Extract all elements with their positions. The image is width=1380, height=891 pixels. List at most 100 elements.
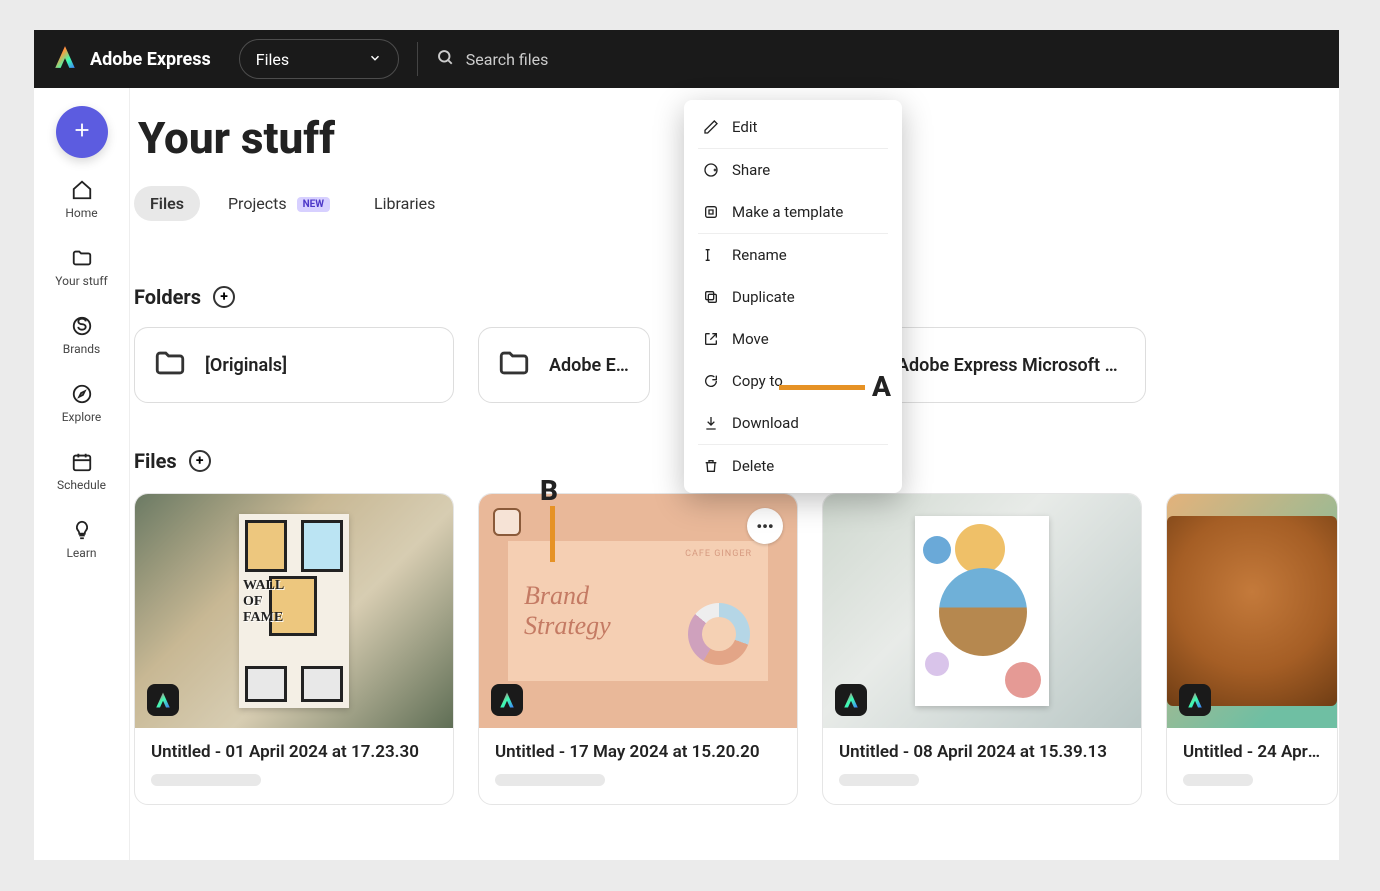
ctx-item-delete[interactable]: Delete	[684, 445, 902, 487]
ctx-item-edit[interactable]: Edit	[684, 106, 902, 148]
separator	[417, 42, 418, 76]
download-icon	[702, 414, 720, 432]
file-thumbnail	[823, 494, 1141, 728]
sidebar-item-label: Your stuff	[55, 274, 107, 288]
ctx-item-make-template[interactable]: Make a template	[684, 191, 902, 233]
ctx-label: Share	[732, 161, 770, 179]
file-card[interactable]: ••• BrandStrategy CAFE GINGER	[478, 493, 798, 805]
ctx-item-rename[interactable]: Rename	[684, 234, 902, 276]
ctx-label: Edit	[732, 118, 757, 136]
sidebar-item-label: Schedule	[57, 478, 106, 492]
file-card[interactable]: Untitled - 24 April 2	[1166, 493, 1338, 805]
new-button[interactable]	[56, 106, 108, 158]
app-title: Adobe Express	[90, 49, 211, 70]
file-title: Untitled - 01 April 2024 at 17.23.30	[151, 742, 437, 762]
plus-icon: +	[220, 289, 228, 305]
card-footer: Untitled - 08 April 2024 at 15.39.13	[823, 728, 1141, 804]
folder-name: Adobe Expre	[549, 355, 631, 376]
compass-icon	[70, 382, 94, 406]
ctx-label: Rename	[732, 246, 787, 264]
sidebar-item-explore[interactable]: Explore	[34, 376, 129, 430]
metadata-placeholder	[839, 774, 919, 786]
ctx-item-move[interactable]: Move	[684, 318, 902, 360]
trash-icon	[702, 457, 720, 475]
sidebar-item-label: Brands	[63, 342, 100, 356]
share-icon	[702, 161, 720, 179]
search-input[interactable]: Search files	[436, 48, 549, 70]
metadata-placeholder	[1183, 774, 1253, 786]
file-title: Untitled - 17 May 2024 at 15.20.20	[495, 742, 781, 762]
ctx-item-share[interactable]: Share	[684, 149, 902, 191]
sidebar-item-label: Home	[65, 206, 97, 220]
more-options-button[interactable]: •••	[747, 508, 783, 544]
sidebar-item-learn[interactable]: Learn	[34, 512, 129, 566]
scope-dropdown[interactable]: Files	[239, 39, 399, 79]
thumb-text: Brand	[524, 581, 589, 610]
card-footer: Untitled - 01 April 2024 at 17.23.30	[135, 728, 453, 804]
file-card[interactable]: WALLOFFAME Untitled - 01 April 2024 at 1…	[134, 493, 454, 805]
add-folder-button[interactable]: +	[213, 286, 235, 308]
tab-projects[interactable]: Projects NEW	[212, 186, 346, 221]
folder-icon	[70, 246, 94, 270]
duplicate-icon	[702, 288, 720, 306]
tab-label: Libraries	[374, 194, 435, 213]
tab-label: Files	[150, 194, 184, 213]
ctx-item-copy-to[interactable]: Copy to	[684, 360, 902, 402]
lightbulb-icon	[70, 518, 94, 542]
ctx-label: Make a template	[732, 203, 843, 221]
thumbnail-art: WALLOFFAME	[239, 514, 349, 708]
folder-item[interactable]: Adobe Expre	[478, 327, 650, 403]
select-checkbox[interactable]	[493, 508, 521, 536]
thumb-subtitle: CAFE GINGER	[685, 549, 752, 559]
thumbnail-art: BrandStrategy CAFE GINGER	[508, 541, 768, 681]
annotation-a-label: A	[872, 370, 891, 403]
ctx-item-duplicate[interactable]: Duplicate	[684, 276, 902, 318]
annotation-b-line	[550, 506, 555, 562]
search-icon	[436, 48, 454, 70]
tab-files[interactable]: Files	[134, 186, 200, 221]
new-badge: NEW	[297, 197, 330, 212]
card-footer: Untitled - 24 April 2	[1167, 728, 1337, 804]
ctx-item-download[interactable]: Download	[684, 402, 902, 444]
context-menu: Edit Share Make a template Rename Duplic…	[684, 100, 902, 493]
thumbnail-art	[1167, 516, 1337, 706]
files-row: WALLOFFAME Untitled - 01 April 2024 at 1…	[134, 493, 1339, 805]
app-frame: Adobe Express Files Search files H	[34, 30, 1339, 860]
sidebar-item-your-stuff[interactable]: Your stuff	[34, 240, 129, 294]
file-thumbnail: ••• BrandStrategy CAFE GINGER	[479, 494, 797, 728]
plus-icon	[71, 119, 93, 145]
adobe-express-badge-icon	[1179, 684, 1211, 716]
card-footer: Untitled - 17 May 2024 at 15.20.20	[479, 728, 797, 804]
ctx-label: Duplicate	[732, 288, 795, 306]
pencil-icon	[702, 118, 720, 136]
add-file-button[interactable]: +	[189, 450, 211, 472]
ctx-label: Download	[732, 414, 799, 432]
copy-to-icon	[702, 372, 720, 390]
annotation-b-label: B	[540, 474, 558, 507]
folder-icon	[497, 346, 531, 384]
adobe-express-badge-icon	[147, 684, 179, 716]
move-icon	[702, 330, 720, 348]
file-thumbnail: WALLOFFAME	[135, 494, 453, 728]
tab-label: Projects	[228, 194, 287, 213]
rename-icon	[702, 246, 720, 264]
metadata-placeholder	[495, 774, 605, 786]
sidebar: Home Your stuff Brands Explore Schedule	[34, 88, 130, 860]
sidebar-item-brands[interactable]: Brands	[34, 308, 129, 362]
sidebar-item-label: Explore	[62, 410, 102, 424]
files-label: Files	[134, 449, 177, 473]
folder-name: Adobe Express Microsoft E...	[897, 355, 1127, 376]
sidebar-item-schedule[interactable]: Schedule	[34, 444, 129, 498]
folder-item[interactable]: [Originals]	[134, 327, 454, 403]
file-title: Untitled - 08 April 2024 at 15.39.13	[839, 742, 1125, 762]
folders-label: Folders	[134, 285, 201, 309]
thumb-text: Strategy	[524, 611, 611, 640]
sidebar-item-home[interactable]: Home	[34, 172, 129, 226]
tab-libraries[interactable]: Libraries	[358, 186, 451, 221]
adobe-express-badge-icon	[491, 684, 523, 716]
chevron-down-icon	[368, 50, 382, 69]
ctx-label: Move	[732, 330, 769, 348]
metadata-placeholder	[151, 774, 261, 786]
file-card[interactable]: Untitled - 08 April 2024 at 15.39.13	[822, 493, 1142, 805]
folder-name: [Originals]	[205, 355, 287, 376]
